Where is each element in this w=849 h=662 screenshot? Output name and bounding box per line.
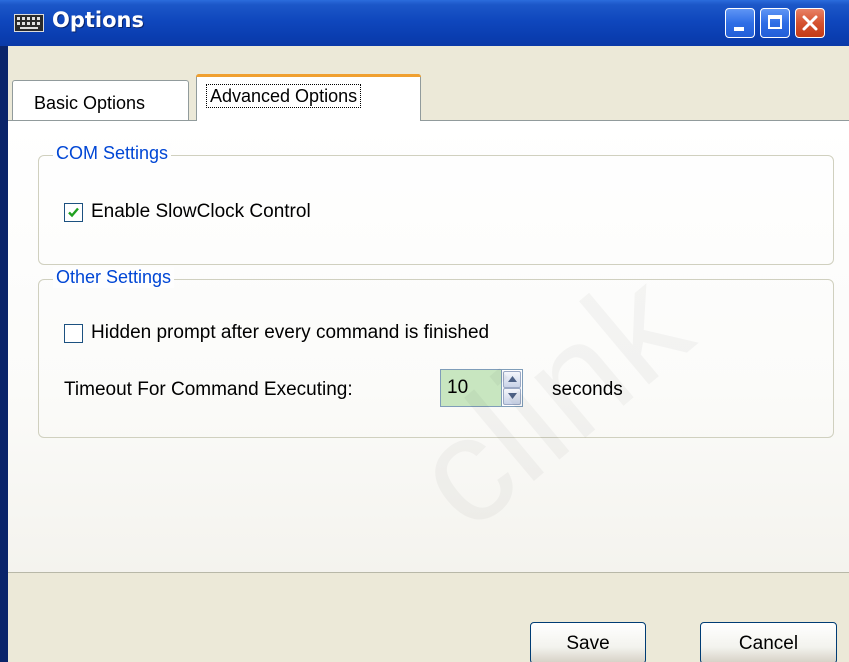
window-title: Options bbox=[52, 8, 144, 32]
other-settings-group: Other Settings bbox=[38, 267, 834, 438]
minimize-button[interactable] bbox=[725, 8, 755, 38]
tab-advanced-options[interactable]: Advanced Options bbox=[196, 74, 421, 121]
app-icon bbox=[14, 14, 44, 32]
tab-label: Basic Options bbox=[34, 93, 146, 113]
arrow-up-icon bbox=[508, 376, 517, 382]
title-bar[interactable]: Options bbox=[0, 0, 849, 46]
save-button[interactable]: Save bbox=[530, 622, 646, 662]
button-bar: Save Cancel bbox=[8, 572, 849, 662]
advanced-options-page: COM Settings Enable SlowClock Control Ot… bbox=[8, 120, 849, 572]
group-title: Other Settings bbox=[53, 267, 175, 288]
timeout-label: Timeout For Command Executing: bbox=[64, 379, 353, 400]
close-button[interactable] bbox=[795, 8, 825, 38]
timeout-spinbox-value[interactable]: 10 bbox=[440, 369, 502, 407]
spin-up-button[interactable] bbox=[503, 371, 521, 388]
tab-label: Advanced Options bbox=[206, 84, 362, 108]
maximize-button[interactable] bbox=[760, 8, 790, 38]
client-area: Basic Options Advanced Options COM Setti… bbox=[8, 46, 849, 662]
hidden-prompt-label[interactable]: Hidden prompt after every command is fin… bbox=[91, 322, 489, 344]
tab-basic-options[interactable]: Basic Options bbox=[12, 80, 189, 120]
options-window: Options Basic Options Advanced Options C… bbox=[0, 0, 849, 662]
group-title: COM Settings bbox=[53, 143, 172, 164]
cancel-button[interactable]: Cancel bbox=[700, 622, 837, 662]
tab-strip: Basic Options Advanced Options bbox=[8, 46, 849, 121]
close-icon bbox=[802, 15, 818, 31]
checkmark-icon bbox=[68, 207, 79, 218]
timeout-spinner bbox=[501, 369, 523, 407]
enable-slowclock-label[interactable]: Enable SlowClock Control bbox=[91, 201, 311, 223]
spin-down-button[interactable] bbox=[503, 388, 521, 405]
hidden-prompt-checkbox[interactable] bbox=[64, 324, 83, 343]
arrow-down-icon bbox=[508, 393, 517, 399]
enable-slowclock-checkbox[interactable] bbox=[64, 203, 83, 222]
seconds-unit-label: seconds bbox=[552, 379, 623, 400]
